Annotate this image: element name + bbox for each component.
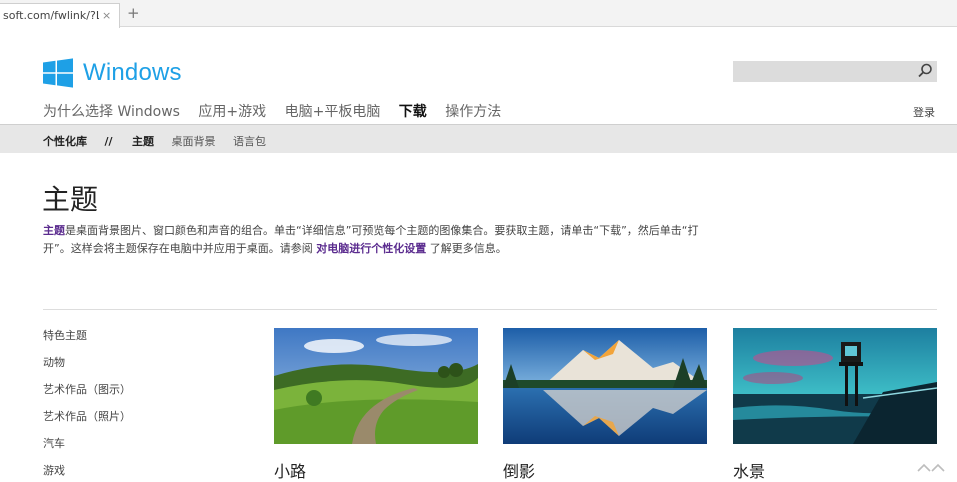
- themes-link[interactable]: 主题: [43, 224, 65, 237]
- theme-name[interactable]: 倒影: [503, 458, 707, 482]
- breadcrumb-separator: //: [104, 135, 113, 148]
- breadcrumb-personalization-gallery[interactable]: 个性化库: [43, 135, 87, 148]
- subnav-language-packs[interactable]: 语言包: [233, 135, 266, 148]
- main-nav: 为什么选择 Windows 应用+游戏 电脑+平板电脑 下载 操作方法: [43, 101, 515, 121]
- sign-in-link[interactable]: 登录: [913, 104, 935, 120]
- browser-tab-strip: soft.com/fwlink/?Lir × +: [0, 0, 957, 28]
- logo-text: Windows: [83, 59, 182, 86]
- category-featured[interactable]: 特色主题: [43, 328, 131, 355]
- section-divider: [43, 309, 937, 310]
- sub-nav: 个性化库 // 主题 桌面背景 语言包: [0, 124, 957, 153]
- nav-downloads[interactable]: 下载: [399, 104, 427, 120]
- theme-name[interactable]: 水景: [733, 458, 937, 482]
- intro-text: 主题是桌面背景图片、窗口颜色和声音的组合。单击“详细信息”可预览每个主题的图像集…: [43, 222, 723, 258]
- theme-thumbnail-reflections[interactable]: [503, 328, 707, 444]
- new-tab-button[interactable]: +: [127, 4, 140, 22]
- theme-name[interactable]: 小路: [274, 458, 478, 482]
- tab-close-icon[interactable]: ×: [102, 9, 111, 22]
- subnav-desktop-backgrounds[interactable]: 桌面背景: [172, 135, 216, 148]
- theme-thumbnail-waterscape[interactable]: [733, 328, 937, 444]
- theme-card-waterscape[interactable]: 水景: [733, 328, 937, 482]
- category-animals[interactable]: 动物: [43, 355, 131, 382]
- browser-tab-title: soft.com/fwlink/?Lir: [3, 9, 99, 22]
- category-art-illustrative[interactable]: 艺术作品（图示）: [43, 382, 131, 409]
- breadcrumb-themes[interactable]: 主题: [132, 135, 154, 148]
- theme-card-reflections[interactable]: 倒影: [503, 328, 707, 482]
- category-list: 特色主题 动物 艺术作品（图示） 艺术作品（照片） 汽车 游戏: [43, 328, 131, 482]
- nav-how-to[interactable]: 操作方法: [445, 104, 501, 120]
- scroll-top-icon[interactable]: [916, 459, 946, 475]
- page-title: 主题: [42, 183, 99, 216]
- breadcrumb: 个性化库 // 主题 桌面背景 语言包: [43, 133, 280, 149]
- category-cars[interactable]: 汽车: [43, 436, 131, 463]
- nav-apps-games[interactable]: 应用+游戏: [198, 104, 266, 120]
- theme-card-path[interactable]: 小路: [274, 328, 478, 482]
- category-art-photographic[interactable]: 艺术作品（照片）: [43, 409, 131, 436]
- personalize-pc-link[interactable]: 对电脑进行个性化设置: [316, 242, 426, 255]
- nav-why-windows[interactable]: 为什么选择 Windows: [43, 104, 180, 120]
- browser-tab[interactable]: soft.com/fwlink/?Lir ×: [0, 3, 120, 28]
- theme-thumbnail-path[interactable]: [274, 328, 478, 444]
- category-games[interactable]: 游戏: [43, 463, 131, 482]
- nav-pcs-tablets[interactable]: 电脑+平板电脑: [285, 104, 381, 120]
- windows-logo-icon: [43, 58, 73, 88]
- intro-text-part2: 了解更多信息。: [426, 242, 507, 255]
- search-input[interactable]: [733, 61, 937, 82]
- search-icon[interactable]: [916, 62, 934, 80]
